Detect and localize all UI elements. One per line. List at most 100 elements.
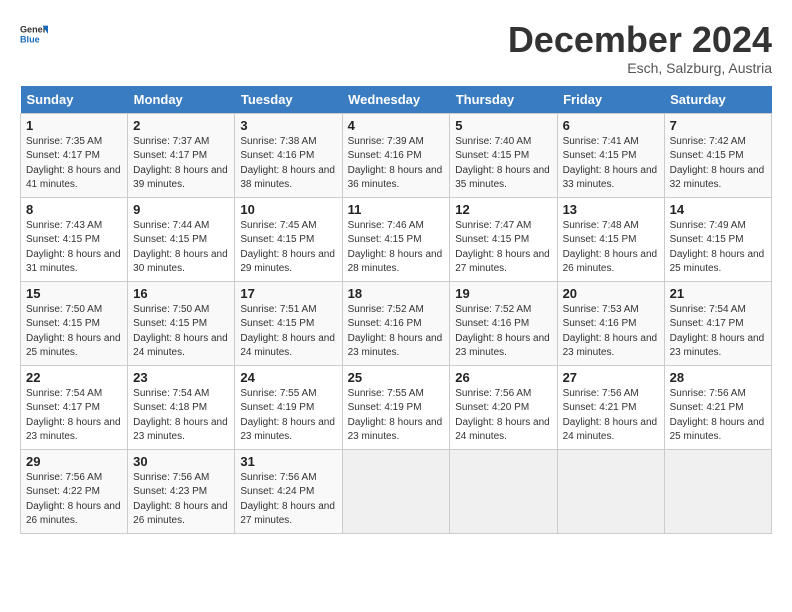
- day-detail: Sunrise: 7:52 AMSunset: 4:16 PMDaylight:…: [348, 304, 443, 359]
- day-cell: 29 Sunrise: 7:56 AMSunset: 4:22 PMDaylig…: [21, 449, 128, 533]
- day-cell: 5 Sunrise: 7:40 AMSunset: 4:15 PMDayligh…: [450, 113, 557, 197]
- day-number: 24: [240, 370, 336, 385]
- day-cell: 17 Sunrise: 7:51 AMSunset: 4:15 PMDaylig…: [235, 281, 342, 365]
- week-row-2: 8 Sunrise: 7:43 AMSunset: 4:15 PMDayligh…: [21, 197, 772, 281]
- day-number: 18: [348, 286, 445, 301]
- day-detail: Sunrise: 7:42 AMSunset: 4:15 PMDaylight:…: [670, 136, 765, 191]
- page-header: General Blue December 2024 Esch, Salzbur…: [20, 20, 772, 76]
- day-cell: 1 Sunrise: 7:35 AMSunset: 4:17 PMDayligh…: [21, 113, 128, 197]
- week-row-1: 1 Sunrise: 7:35 AMSunset: 4:17 PMDayligh…: [21, 113, 772, 197]
- month-title: December 2024: [508, 20, 772, 60]
- day-cell: 3 Sunrise: 7:38 AMSunset: 4:16 PMDayligh…: [235, 113, 342, 197]
- day-number: 25: [348, 370, 445, 385]
- day-number: 7: [670, 118, 766, 133]
- day-cell: 27 Sunrise: 7:56 AMSunset: 4:21 PMDaylig…: [557, 365, 664, 449]
- day-detail: Sunrise: 7:37 AMSunset: 4:17 PMDaylight:…: [133, 136, 228, 191]
- day-detail: Sunrise: 7:55 AMSunset: 4:19 PMDaylight:…: [348, 388, 443, 443]
- location-subtitle: Esch, Salzburg, Austria: [508, 60, 772, 76]
- title-section: December 2024 Esch, Salzburg, Austria: [508, 20, 772, 76]
- header-row: SundayMondayTuesdayWednesdayThursdayFrid…: [21, 86, 772, 114]
- day-number: 20: [563, 286, 659, 301]
- day-number: 4: [348, 118, 445, 133]
- week-row-5: 29 Sunrise: 7:56 AMSunset: 4:22 PMDaylig…: [21, 449, 772, 533]
- day-detail: Sunrise: 7:46 AMSunset: 4:15 PMDaylight:…: [348, 220, 443, 275]
- day-cell: 21 Sunrise: 7:54 AMSunset: 4:17 PMDaylig…: [664, 281, 771, 365]
- day-number: 23: [133, 370, 229, 385]
- day-number: 26: [455, 370, 551, 385]
- day-number: 29: [26, 454, 122, 469]
- svg-text:Blue: Blue: [20, 34, 40, 44]
- day-cell: 18 Sunrise: 7:52 AMSunset: 4:16 PMDaylig…: [342, 281, 450, 365]
- week-row-3: 15 Sunrise: 7:50 AMSunset: 4:15 PMDaylig…: [21, 281, 772, 365]
- day-cell: 16 Sunrise: 7:50 AMSunset: 4:15 PMDaylig…: [128, 281, 235, 365]
- day-cell: 9 Sunrise: 7:44 AMSunset: 4:15 PMDayligh…: [128, 197, 235, 281]
- day-detail: Sunrise: 7:56 AMSunset: 4:23 PMDaylight:…: [133, 472, 228, 527]
- day-detail: Sunrise: 7:56 AMSunset: 4:21 PMDaylight:…: [670, 388, 765, 443]
- day-number: 2: [133, 118, 229, 133]
- logo: General Blue: [20, 20, 48, 48]
- day-number: 5: [455, 118, 551, 133]
- calendar-table: SundayMondayTuesdayWednesdayThursdayFrid…: [20, 86, 772, 534]
- day-cell: 30 Sunrise: 7:56 AMSunset: 4:23 PMDaylig…: [128, 449, 235, 533]
- day-cell: 31 Sunrise: 7:56 AMSunset: 4:24 PMDaylig…: [235, 449, 342, 533]
- day-cell: 7 Sunrise: 7:42 AMSunset: 4:15 PMDayligh…: [664, 113, 771, 197]
- day-detail: Sunrise: 7:35 AMSunset: 4:17 PMDaylight:…: [26, 136, 121, 191]
- day-cell: 13 Sunrise: 7:48 AMSunset: 4:15 PMDaylig…: [557, 197, 664, 281]
- day-detail: Sunrise: 7:38 AMSunset: 4:16 PMDaylight:…: [240, 136, 335, 191]
- day-number: 28: [670, 370, 766, 385]
- day-cell: 20 Sunrise: 7:53 AMSunset: 4:16 PMDaylig…: [557, 281, 664, 365]
- day-cell: 26 Sunrise: 7:56 AMSunset: 4:20 PMDaylig…: [450, 365, 557, 449]
- day-number: 6: [563, 118, 659, 133]
- day-number: 16: [133, 286, 229, 301]
- day-number: 12: [455, 202, 551, 217]
- day-cell: 12 Sunrise: 7:47 AMSunset: 4:15 PMDaylig…: [450, 197, 557, 281]
- day-detail: Sunrise: 7:41 AMSunset: 4:15 PMDaylight:…: [563, 136, 658, 191]
- day-cell: 23 Sunrise: 7:54 AMSunset: 4:18 PMDaylig…: [128, 365, 235, 449]
- day-detail: Sunrise: 7:39 AMSunset: 4:16 PMDaylight:…: [348, 136, 443, 191]
- day-number: 8: [26, 202, 122, 217]
- day-detail: Sunrise: 7:52 AMSunset: 4:16 PMDaylight:…: [455, 304, 550, 359]
- day-detail: Sunrise: 7:56 AMSunset: 4:22 PMDaylight:…: [26, 472, 121, 527]
- day-number: 21: [670, 286, 766, 301]
- day-number: 22: [26, 370, 122, 385]
- header-cell-monday: Monday: [128, 86, 235, 114]
- day-number: 1: [26, 118, 122, 133]
- day-cell: 4 Sunrise: 7:39 AMSunset: 4:16 PMDayligh…: [342, 113, 450, 197]
- day-number: 17: [240, 286, 336, 301]
- day-number: 30: [133, 454, 229, 469]
- day-cell: 25 Sunrise: 7:55 AMSunset: 4:19 PMDaylig…: [342, 365, 450, 449]
- day-number: 9: [133, 202, 229, 217]
- day-number: 15: [26, 286, 122, 301]
- header-cell-wednesday: Wednesday: [342, 86, 450, 114]
- day-detail: Sunrise: 7:51 AMSunset: 4:15 PMDaylight:…: [240, 304, 335, 359]
- day-number: 31: [240, 454, 336, 469]
- header-cell-sunday: Sunday: [21, 86, 128, 114]
- day-detail: Sunrise: 7:56 AMSunset: 4:24 PMDaylight:…: [240, 472, 335, 527]
- day-detail: Sunrise: 7:55 AMSunset: 4:19 PMDaylight:…: [240, 388, 335, 443]
- day-detail: Sunrise: 7:43 AMSunset: 4:15 PMDaylight:…: [26, 220, 121, 275]
- day-number: 10: [240, 202, 336, 217]
- day-detail: Sunrise: 7:56 AMSunset: 4:21 PMDaylight:…: [563, 388, 658, 443]
- day-number: 3: [240, 118, 336, 133]
- day-cell: [664, 449, 771, 533]
- day-detail: Sunrise: 7:40 AMSunset: 4:15 PMDaylight:…: [455, 136, 550, 191]
- header-cell-thursday: Thursday: [450, 86, 557, 114]
- day-detail: Sunrise: 7:47 AMSunset: 4:15 PMDaylight:…: [455, 220, 550, 275]
- day-cell: 22 Sunrise: 7:54 AMSunset: 4:17 PMDaylig…: [21, 365, 128, 449]
- day-detail: Sunrise: 7:54 AMSunset: 4:18 PMDaylight:…: [133, 388, 228, 443]
- day-detail: Sunrise: 7:50 AMSunset: 4:15 PMDaylight:…: [26, 304, 121, 359]
- week-row-4: 22 Sunrise: 7:54 AMSunset: 4:17 PMDaylig…: [21, 365, 772, 449]
- header-cell-friday: Friday: [557, 86, 664, 114]
- day-cell: 19 Sunrise: 7:52 AMSunset: 4:16 PMDaylig…: [450, 281, 557, 365]
- day-cell: [557, 449, 664, 533]
- day-cell: 8 Sunrise: 7:43 AMSunset: 4:15 PMDayligh…: [21, 197, 128, 281]
- day-detail: Sunrise: 7:48 AMSunset: 4:15 PMDaylight:…: [563, 220, 658, 275]
- day-detail: Sunrise: 7:50 AMSunset: 4:15 PMDaylight:…: [133, 304, 228, 359]
- logo-icon: General Blue: [20, 20, 48, 48]
- day-detail: Sunrise: 7:54 AMSunset: 4:17 PMDaylight:…: [670, 304, 765, 359]
- day-detail: Sunrise: 7:45 AMSunset: 4:15 PMDaylight:…: [240, 220, 335, 275]
- day-cell: 28 Sunrise: 7:56 AMSunset: 4:21 PMDaylig…: [664, 365, 771, 449]
- day-cell: [450, 449, 557, 533]
- header-cell-tuesday: Tuesday: [235, 86, 342, 114]
- day-cell: 6 Sunrise: 7:41 AMSunset: 4:15 PMDayligh…: [557, 113, 664, 197]
